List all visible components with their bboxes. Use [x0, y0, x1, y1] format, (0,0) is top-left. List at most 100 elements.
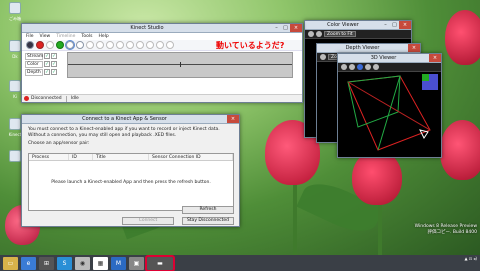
maximize-button[interactable]: □	[281, 24, 290, 32]
open-button[interactable]	[65, 40, 75, 50]
recycle-bin-icon	[9, 2, 21, 14]
viewer-tool-icon[interactable]	[357, 64, 363, 70]
window-title: Color Viewer	[327, 22, 359, 28]
app-icon	[9, 150, 21, 162]
app-icon	[9, 118, 21, 130]
close-button[interactable]: ×	[408, 44, 420, 52]
viewer-tool-icon[interactable]	[316, 31, 322, 37]
minimize-button[interactable]: –	[272, 24, 281, 32]
track-checkbox[interactable]: ✓	[51, 69, 57, 75]
app-icon[interactable]: ▣	[129, 256, 144, 270]
windows-explorer-icon[interactable]: ▭	[3, 256, 18, 270]
title-bar[interactable]: Connect to a Kinect App & Sensor ×	[22, 115, 239, 124]
stem-decoration	[293, 175, 297, 255]
media-icon[interactable]: M	[111, 256, 126, 270]
status-separator	[65, 95, 67, 102]
tulip-flower	[445, 10, 480, 65]
connection-status: Disconnected	[31, 96, 62, 101]
viewer-tool-icon[interactable]	[308, 31, 314, 37]
title-bar[interactable]: Depth Viewer ×	[317, 44, 420, 53]
viewer-tool-icon[interactable]	[365, 64, 371, 70]
tulip-flower	[440, 120, 480, 180]
app-sensor-list[interactable]: Process ID Title Sensor Connection ID Pl…	[28, 153, 234, 211]
tulip-flower	[352, 150, 402, 205]
os-watermark: Windows 8 Release Preview 評価コピー. Build 8…	[414, 224, 477, 235]
play-button[interactable]	[46, 41, 54, 49]
step-back-button[interactable]	[96, 41, 104, 49]
menu-view[interactable]: View	[40, 34, 51, 39]
title-bar[interactable]: Color Viewer – □ ×	[305, 21, 411, 30]
timeline[interactable]	[67, 52, 293, 78]
close-button[interactable]: ×	[399, 21, 411, 29]
store-icon[interactable]: ▦	[93, 256, 108, 270]
seek-start-button[interactable]	[86, 41, 94, 49]
stay-disconnected-button[interactable]: Stay Disconnected	[182, 217, 234, 225]
stop-button[interactable]	[26, 41, 34, 49]
timeline-playhead[interactable]	[180, 62, 181, 67]
orientation-cube-face	[422, 74, 429, 81]
connect-dialog[interactable]: Connect to a Kinect App & Sensor × You m…	[21, 114, 240, 227]
track-checkbox[interactable]: ✓	[44, 53, 50, 59]
refresh-button[interactable]: Refresh	[182, 206, 234, 214]
desktop-icon[interactable]: ごみ箱	[3, 2, 27, 22]
seek-end-button[interactable]	[126, 41, 134, 49]
dialog-description: You must connect to a Kinect-enabled app…	[28, 127, 220, 146]
zoom-out-button[interactable]	[156, 41, 164, 49]
camera-marker	[419, 129, 429, 139]
window-title: 3D Viewer	[370, 55, 397, 61]
annotation-text: 動いているようだ?	[216, 41, 285, 50]
zoom-in-button[interactable]	[146, 41, 154, 49]
connect-dialog-button[interactable]: Connect	[122, 217, 174, 225]
window-title: Kinect Studio	[130, 25, 164, 31]
disk-icon[interactable]: ◉	[75, 256, 90, 270]
app-icon	[9, 40, 21, 52]
window-title: Depth Viewer	[345, 45, 380, 51]
track-checkbox[interactable]: ✓	[51, 61, 57, 67]
menu-help[interactable]: Help	[98, 34, 108, 39]
viewer-tool-icon[interactable]	[341, 64, 347, 70]
menu-tools[interactable]: Tools	[81, 34, 92, 39]
column-header[interactable]: ID	[69, 154, 93, 160]
close-button[interactable]: ×	[429, 54, 441, 62]
menu-timeline[interactable]: Timeline	[56, 34, 75, 39]
close-button[interactable]: ×	[227, 115, 239, 123]
settings-button[interactable]	[166, 41, 174, 49]
track-checkbox[interactable]: ✓	[44, 61, 50, 67]
loop-button[interactable]	[136, 41, 144, 49]
viewer-tool-icon[interactable]	[373, 64, 379, 70]
column-header[interactable]: Sensor Connection ID	[149, 154, 233, 160]
kinect-studio-icon[interactable]: ▬	[145, 254, 175, 271]
windows-flag-icon[interactable]: ⊞	[39, 256, 54, 270]
save-button[interactable]	[76, 41, 84, 49]
system-tray[interactable]: ▲ ⊡ ◂)	[464, 256, 477, 262]
3d-viewer-window[interactable]: 3D Viewer ×	[337, 53, 442, 158]
kinect-studio-window[interactable]: Kinect Studio – □ × File View Timeline Too…	[21, 23, 303, 103]
step-forward-button[interactable]	[116, 41, 124, 49]
title-bar[interactable]: Kinect Studio – □ ×	[22, 24, 302, 33]
title-bar[interactable]: 3D Viewer ×	[338, 54, 441, 63]
track-checkbox[interactable]: ✓	[51, 53, 57, 59]
column-header[interactable]: Title	[93, 154, 149, 160]
list-header: Process ID Title Sensor Connection ID	[29, 154, 233, 161]
minimize-button[interactable]: –	[381, 21, 390, 29]
status-bar: Disconnected Idle	[22, 94, 302, 102]
empty-list-message: Please launch a Kinect-enabled App and t…	[51, 180, 211, 185]
viewer-tool-icon[interactable]	[320, 54, 326, 60]
track-checkbox[interactable]: ✓	[44, 69, 50, 75]
viewer-toolbar: Zoom to Fit	[305, 30, 411, 39]
ie-icon[interactable]: e	[21, 256, 36, 270]
close-button[interactable]: ×	[290, 24, 302, 32]
column-header[interactable]: Process	[29, 154, 69, 160]
viewer-toolbar	[338, 63, 441, 72]
status-indicator-icon	[24, 96, 29, 101]
maximize-button[interactable]: □	[390, 21, 399, 29]
connect-button[interactable]	[56, 41, 64, 49]
viewer-tool-icon[interactable]	[349, 64, 355, 70]
zoom-select[interactable]: Zoom to Fit	[324, 31, 356, 37]
3d-scene-graphic	[347, 74, 438, 151]
play-pause-button[interactable]	[106, 41, 114, 49]
menu-file[interactable]: File	[26, 34, 34, 39]
3d-view-canvas[interactable]	[338, 72, 441, 157]
record-button[interactable]	[36, 41, 44, 49]
skype-icon[interactable]: S	[57, 256, 72, 270]
